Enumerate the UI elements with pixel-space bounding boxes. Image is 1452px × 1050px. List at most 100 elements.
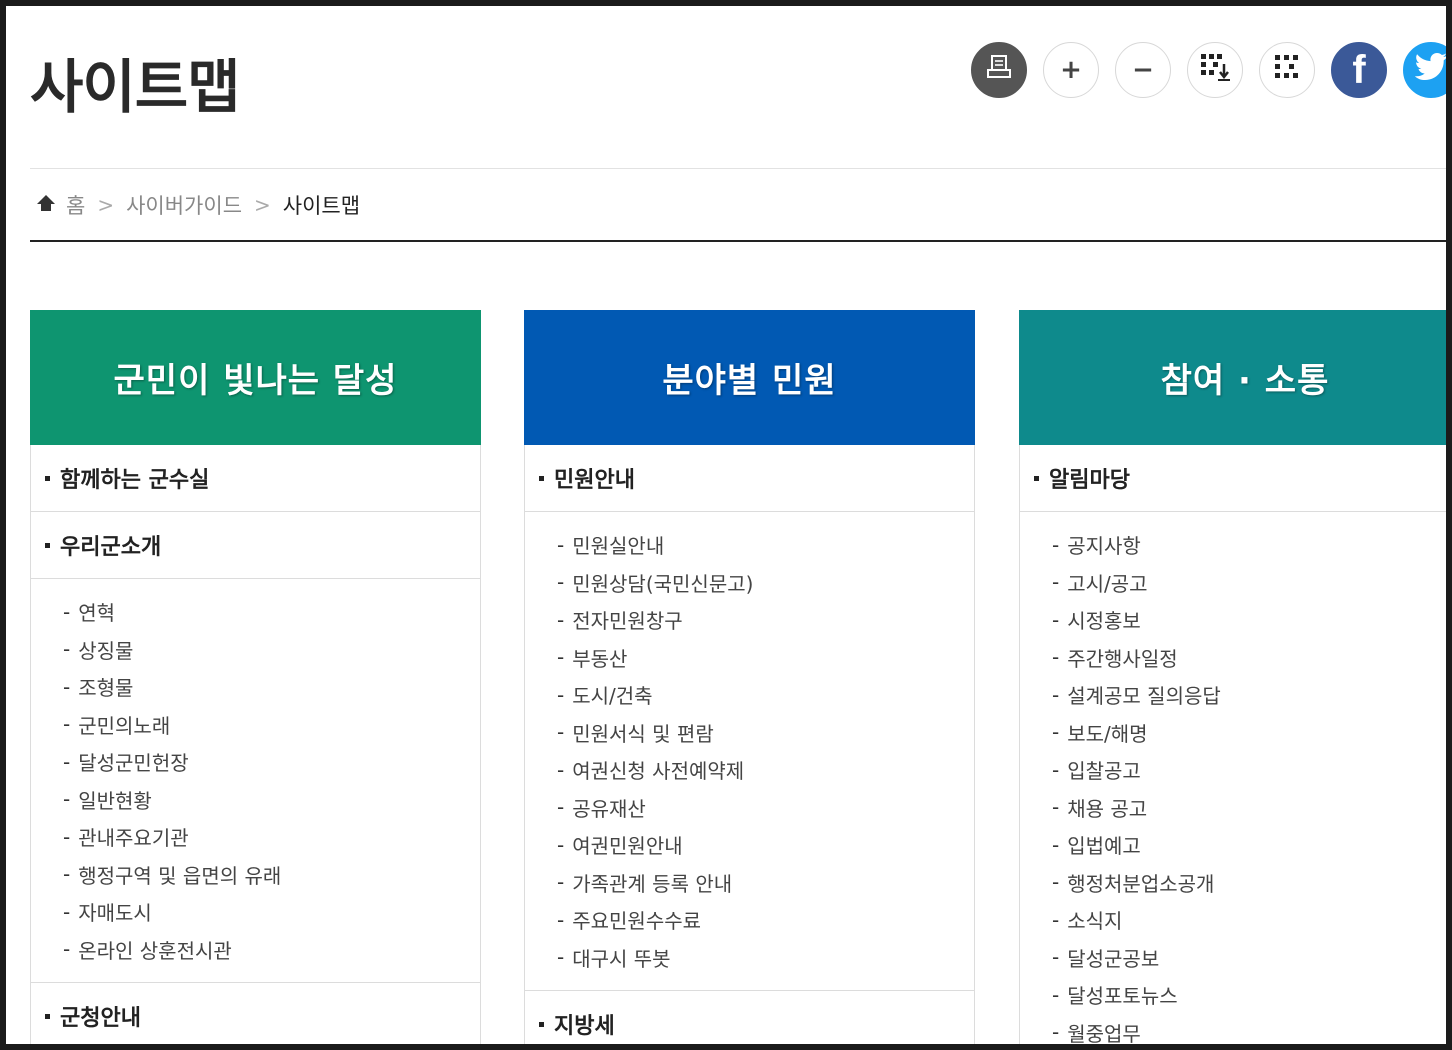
sub-menu-item[interactable]: - 대구시 뚜봇	[557, 939, 974, 977]
sub-menu-list: - 민원실안내 - 민원상담(국민신문고) - 전자민원창구 - 부동산 - 도시/건축 …	[525, 512, 974, 991]
column-header[interactable]: 군민이 빛나는 달성	[30, 310, 481, 445]
sub-menu-item[interactable]: - 군민의노래	[63, 706, 480, 744]
twitter-bird-icon	[1414, 52, 1446, 88]
sub-menu-item[interactable]: - 공지사항	[1052, 526, 1446, 564]
sub-menu-list: - 연혁 - 상징물 - 조형물 - 군민의노래 - 달성군민헌장 - 일반현황 - 관내주요…	[31, 579, 480, 983]
section-title[interactable]: 지방세	[525, 991, 974, 1044]
sub-menu-label: 행정처분업소공개	[1067, 871, 1215, 896]
sub-menu-label: 상징물	[78, 638, 134, 663]
section-label: 군청안내	[60, 1006, 141, 1031]
sub-menu-item[interactable]: - 부동산	[557, 639, 974, 677]
chevron-right-icon: >	[97, 193, 115, 217]
section-title[interactable]: 알림마당	[1020, 445, 1446, 512]
qr-button[interactable]	[1259, 42, 1315, 98]
sub-menu-label: 민원상담(국민신문고)	[572, 571, 754, 596]
sub-menu-item[interactable]: - 연혁	[63, 593, 480, 631]
bullet-icon	[539, 1021, 544, 1027]
sub-menu-label: 보도/해명	[1067, 721, 1148, 746]
qr-icon	[1272, 52, 1302, 89]
sub-menu-list: - 공지사항 - 고시/공고 - 시정홍보 - 주간행사일정 - 설계공모 질의응답 -보…	[1020, 512, 1446, 1044]
sub-menu-item[interactable]: - 조형물	[63, 668, 480, 706]
sub-menu-label: 민원서식 및 편람	[572, 721, 714, 746]
bullet-icon	[45, 542, 50, 548]
sub-menu-item[interactable]: - 자매도시	[63, 893, 480, 931]
zoom-out-button[interactable]: −	[1115, 42, 1171, 98]
sub-menu-label: 주간행사일정	[1067, 646, 1178, 671]
sub-menu-label: 달성군민헌장	[78, 751, 189, 776]
sub-menu-item[interactable]: - 달성군공보	[1052, 939, 1446, 977]
sub-menu-label: 부동산	[572, 646, 628, 671]
sub-menu-label: 달성포토뉴스	[1067, 984, 1178, 1009]
sub-menu-item[interactable]: - 관내주요기관	[63, 818, 480, 856]
sub-menu-item[interactable]: - 고시/공고	[1052, 564, 1446, 602]
print-icon	[985, 54, 1013, 87]
sub-menu-item[interactable]: - 일반현황	[63, 781, 480, 819]
breadcrumb-divider	[30, 240, 1446, 242]
sub-menu-label: 도시/건축	[572, 684, 653, 709]
sub-menu-item[interactable]: - 도시/건축	[557, 676, 974, 714]
sub-menu-item[interactable]: - 전자민원창구	[557, 601, 974, 639]
sub-menu-item[interactable]: - 행정구역 및 읍면의 유래	[63, 856, 480, 894]
sub-menu-item[interactable]: - 민원상담(국민신문고)	[557, 564, 974, 602]
sub-menu-label: 채용 공고	[1067, 796, 1148, 821]
breadcrumb: 홈 > 사이버가이드 > 사이트맵	[36, 190, 360, 220]
column-header[interactable]: 분야별 민원	[524, 310, 975, 445]
bullet-icon	[1034, 475, 1039, 481]
sub-menu-label: 공지사항	[1067, 534, 1141, 559]
sub-menu-label: 관내주요기관	[78, 826, 189, 851]
sub-menu-item[interactable]: - 주요민원수수료	[557, 901, 974, 939]
section-label: 민원안내	[554, 468, 635, 493]
sub-menu-item[interactable]: - 달성포토뉴스	[1052, 976, 1446, 1014]
sub-menu-item[interactable]: - 민원서식 및 편람	[557, 714, 974, 752]
sub-menu-item[interactable]: - 공유재산	[557, 789, 974, 827]
sub-menu-item[interactable]: - 여권민원안내	[557, 826, 974, 864]
sub-menu-item[interactable]: - 시정홍보	[1052, 601, 1446, 639]
section-title[interactable]: 민원안내	[525, 445, 974, 512]
zoom-in-button[interactable]: +	[1043, 42, 1099, 98]
sub-menu-item[interactable]: - 보도/해명	[1052, 714, 1446, 752]
twitter-share-button[interactable]	[1403, 42, 1446, 98]
sub-menu-item[interactable]: - 입찰공고	[1052, 751, 1446, 789]
sub-menu-label: 입법예고	[1067, 834, 1141, 859]
home-icon[interactable]	[36, 193, 56, 217]
breadcrumb-item[interactable]: 사이버가이드	[126, 190, 242, 220]
print-button[interactable]	[971, 42, 1027, 98]
sub-menu-item[interactable]: - 월중업무	[1052, 1014, 1446, 1044]
sub-menu-label: 자매도시	[78, 901, 152, 926]
sub-menu-label: 군민의노래	[78, 713, 171, 738]
sitemap-column-1: 군민이 빛나는 달성 함께하는 군수실 우리군소개 - 연혁 - 상징물 - 조형물 …	[30, 310, 481, 1044]
facebook-share-button[interactable]: f	[1331, 42, 1387, 98]
chevron-right-icon: >	[254, 193, 271, 217]
sub-menu-item[interactable]: - 민원실안내	[557, 526, 974, 564]
sub-menu-item[interactable]: - 채용 공고	[1052, 789, 1446, 827]
breadcrumb-home[interactable]: 홈	[66, 190, 85, 220]
section-title[interactable]: 군청안내	[31, 983, 480, 1044]
sitemap-column-2: 분야별 민원 민원안내 - 민원실안내 - 민원상담(국민신문고) - 전자민원창구 …	[524, 310, 975, 1044]
page-frame: 사이트맵 + − f 홈 > 사이버가이드 > 사이트맵 군민이 빛나는 달성 …	[6, 6, 1446, 1044]
sub-menu-item[interactable]: - 행정처분업소공개	[1052, 864, 1446, 902]
sub-menu-label: 일반현황	[78, 788, 152, 813]
qr-download-icon	[1199, 52, 1231, 89]
sub-menu-item[interactable]: - 가족관계 등록 안내	[557, 864, 974, 902]
sub-menu-label: 전자민원창구	[572, 609, 683, 634]
sub-menu-label: 설계공모 질의응답	[1067, 684, 1221, 709]
sitemap-column-3: 참여 · 소통 알림마당 - 공지사항 - 고시/공고 - 시정홍보 - 주간행사일정 …	[1019, 310, 1446, 1044]
bullet-icon	[45, 475, 50, 481]
bullet-icon	[539, 475, 544, 481]
sub-menu-item[interactable]: - 상징물	[63, 631, 480, 669]
sub-menu-item[interactable]: - 달성군민헌장	[63, 743, 480, 781]
section-title[interactable]: 함께하는 군수실	[31, 445, 480, 512]
sub-menu-label: 달성군공보	[1067, 946, 1160, 971]
sub-menu-item[interactable]: - 여권신청 사전예약제	[557, 751, 974, 789]
sub-menu-item[interactable]: - 입법예고	[1052, 826, 1446, 864]
sub-menu-label: 조형물	[78, 676, 134, 701]
qr-download-button[interactable]	[1187, 42, 1243, 98]
section-title[interactable]: 우리군소개	[31, 512, 480, 579]
column-header[interactable]: 참여 · 소통	[1019, 310, 1446, 445]
sub-menu-item[interactable]: - 주간행사일정	[1052, 639, 1446, 677]
sub-menu-item[interactable]: - 설계공모 질의응답	[1052, 676, 1446, 714]
sub-menu-item[interactable]: - 온라인 상훈전시관	[63, 931, 480, 969]
section-label: 우리군소개	[60, 535, 162, 560]
bullet-icon	[45, 1013, 50, 1019]
sub-menu-item[interactable]: - 소식지	[1052, 901, 1446, 939]
